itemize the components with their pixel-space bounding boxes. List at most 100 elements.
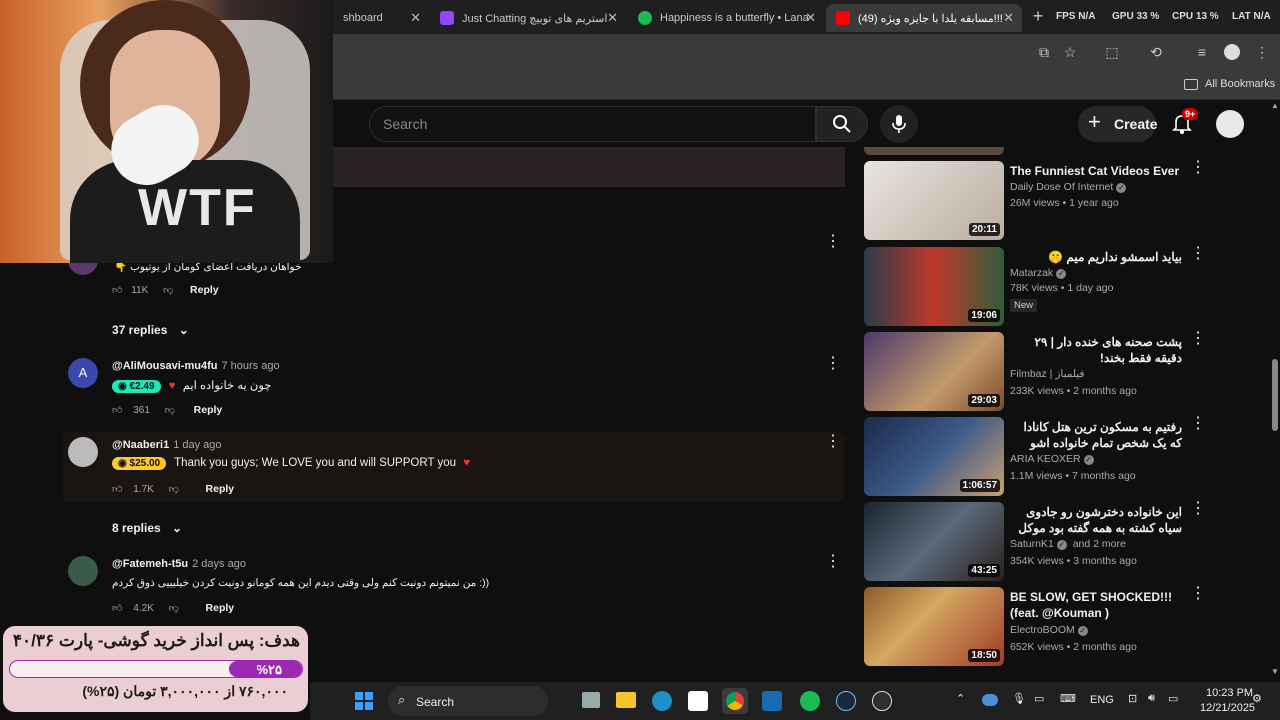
comment-menu-icon[interactable]: ⋮ xyxy=(825,434,841,450)
recommended-video[interactable]: 29:03 پشت صحنه های خنده دار | ۲۹ دقیقه ف… xyxy=(864,331,1264,412)
close-icon[interactable]: ✕ xyxy=(410,10,421,26)
tab-youtube[interactable]: (49) مسابقه یلدا با جایزه ویژه!!! ✕ xyxy=(826,4,1022,32)
tab-dashboard[interactable]: shboard ✕ xyxy=(333,4,429,32)
recommended-video[interactable]: 18:50 BE SLOW, GET SHOCKED!!! (feat. @Ko… xyxy=(864,586,1264,667)
like-icon[interactable]: 👍︎ xyxy=(112,285,122,296)
video-title[interactable]: رفتیم به مسکون ترین هتل کانادا که یک شخص… xyxy=(1010,419,1183,451)
channel-name[interactable]: Daily Dose Of Internet ✓ xyxy=(1010,181,1127,193)
video-thumbnail[interactable]: 29:03 xyxy=(864,332,1004,411)
replies-toggle[interactable]: 8 replies ⌄ xyxy=(112,521,182,535)
new-tab-icon[interactable]: + xyxy=(1030,7,1046,25)
dislike-icon[interactable]: 👎︎ xyxy=(165,405,175,416)
clock-date[interactable]: 12/21/2025 xyxy=(1200,702,1255,714)
video-thumbnail[interactable]: 18:50 xyxy=(864,587,1004,666)
battery-icon[interactable]: ▭ xyxy=(1168,692,1178,705)
task-view-icon[interactable] xyxy=(582,692,600,708)
like-icon[interactable]: 👍︎ xyxy=(112,405,122,416)
like-icon[interactable]: 👍︎ xyxy=(112,603,122,614)
video-title[interactable]: BE SLOW, GET SHOCKED!!! (feat. @Kouman ) xyxy=(1010,589,1182,621)
dislike-icon[interactable]: 👎︎ xyxy=(169,484,179,495)
history-icon[interactable]: ⟲ xyxy=(1148,44,1164,60)
bookmark-star-icon[interactable]: ☆ xyxy=(1062,44,1078,60)
comment-menu-icon[interactable]: ⋮ xyxy=(825,554,841,570)
tray-chevron-icon[interactable]: ⌃ xyxy=(956,692,965,705)
search-input[interactable]: Search xyxy=(369,106,816,142)
settings-gear-icon[interactable]: ⚙ xyxy=(1252,692,1262,705)
recommended-video[interactable]: 19:06 بیاید اسمشو نداریم میم 🤫 Matarzak ✓… xyxy=(864,246,1264,327)
steam-icon[interactable] xyxy=(836,691,856,711)
reply-button[interactable]: Reply xyxy=(206,602,235,614)
channel-name[interactable]: SaturnK1 ✓ and 2 more xyxy=(1010,538,1126,550)
dislike-icon[interactable]: 👎︎ xyxy=(169,603,179,614)
network-icon[interactable]: ⊡ xyxy=(1128,692,1137,705)
video-thumbnail[interactable]: 1:06:57 xyxy=(864,417,1004,496)
chrome-icon[interactable] xyxy=(722,688,748,714)
clock-time[interactable]: 10:23 PM xyxy=(1206,687,1253,699)
volume-icon[interactable]: 🔊︎ xyxy=(1148,692,1155,705)
notifications-button[interactable]: 9+ xyxy=(1172,108,1199,135)
reply-button[interactable]: Reply xyxy=(190,284,219,296)
scroll-up-arrow-icon[interactable]: ▲ xyxy=(1271,101,1279,110)
tab-spotify[interactable]: Happiness is a butterfly • Lana ✕ xyxy=(628,4,824,32)
taskbar-search[interactable]: ⌕ Search xyxy=(388,686,548,716)
video-menu-icon[interactable]: ⋮ xyxy=(1190,586,1206,602)
comment-menu-icon[interactable]: ⋮ xyxy=(825,234,841,250)
channel-name[interactable]: Matarzak ✓ xyxy=(1010,267,1067,279)
video-menu-icon[interactable]: ⋮ xyxy=(1190,160,1206,176)
channel-name[interactable]: Filmbaz | فیلمباز xyxy=(1010,368,1085,380)
channel-name[interactable]: ElectroBOOM ✓ xyxy=(1010,624,1088,636)
app-icon[interactable] xyxy=(762,691,782,711)
comment-author[interactable]: @AliMousavi-mu4fu 7 hours ago xyxy=(112,360,280,372)
install-app-icon[interactable]: ⧉ xyxy=(1036,44,1052,60)
video-title[interactable]: بیاید اسمشو نداریم میم 🤫 xyxy=(1010,249,1182,265)
edge-icon[interactable] xyxy=(652,691,672,711)
extensions-icon[interactable]: ⬚ xyxy=(1104,44,1120,60)
close-icon[interactable]: ✕ xyxy=(805,10,816,26)
store-icon[interactable] xyxy=(688,691,708,711)
video-thumbnail[interactable]: 19:06 xyxy=(864,247,1004,326)
tab-twitch[interactable]: Just Chatting استریم های توییچ ✕ xyxy=(430,4,626,32)
video-thumbnail[interactable]: 20:11 xyxy=(864,161,1004,240)
recommended-video[interactable]: 43:25 این خانواده دخترشون رو جادوی سیاه … xyxy=(864,501,1264,582)
video-menu-icon[interactable]: ⋮ xyxy=(1190,501,1206,517)
keyboard-icon[interactable]: ⌨ xyxy=(1060,692,1076,705)
video-menu-icon[interactable]: ⋮ xyxy=(1190,246,1206,262)
onedrive-icon[interactable] xyxy=(982,694,998,706)
profile-avatar[interactable] xyxy=(1224,44,1240,60)
display-icon[interactable]: ▭ xyxy=(1034,692,1044,705)
recommended-video[interactable]: 20:11 The Funniest Cat Videos Ever Daily… xyxy=(864,160,1264,241)
all-bookmarks-link[interactable]: All Bookmarks xyxy=(1205,78,1275,90)
scrollbar-thumb[interactable] xyxy=(1272,359,1278,431)
video-title[interactable]: پشت صحنه های خنده دار | ۲۹ دقیقه فقط بخن… xyxy=(1010,334,1182,366)
video-thumbnail[interactable]: 43:25 xyxy=(864,502,1004,581)
create-button[interactable]: + Create xyxy=(1078,106,1158,142)
video-menu-icon[interactable]: ⋮ xyxy=(1190,416,1206,432)
close-icon[interactable]: ✕ xyxy=(1003,10,1014,26)
comment-menu-icon[interactable]: ⋮ xyxy=(825,356,841,372)
file-explorer-icon[interactable] xyxy=(616,692,636,708)
channel-name[interactable]: ARIA KEOXER ✓ xyxy=(1010,453,1094,465)
like-icon[interactable]: 👍︎ xyxy=(112,484,122,495)
video-title[interactable]: The Funniest Cat Videos Ever xyxy=(1010,163,1182,179)
dislike-icon[interactable]: 👎︎ xyxy=(163,285,173,296)
account-avatar[interactable] xyxy=(1216,110,1244,138)
page-scrollbar[interactable]: ▲ ▼ xyxy=(1270,101,1280,682)
replies-toggle[interactable]: 37 replies ⌄ xyxy=(112,323,189,337)
video-menu-icon[interactable]: ⋮ xyxy=(1190,331,1206,347)
media-control-icon[interactable]: ≡ xyxy=(1194,44,1210,60)
close-icon[interactable]: ✕ xyxy=(607,10,618,26)
video-title[interactable]: این خانواده دخترشون رو جادوی سیاه کشته ب… xyxy=(1010,504,1182,536)
recommended-video[interactable]: 1:06:57 رفتیم به مسکون ترین هتل کانادا ک… xyxy=(864,416,1264,497)
scroll-down-arrow-icon[interactable]: ▼ xyxy=(1271,667,1279,676)
search-button[interactable] xyxy=(816,106,868,142)
language-indicator[interactable]: ENG xyxy=(1090,694,1114,706)
mic-tray-icon[interactable]: 🎙︎ xyxy=(1012,692,1026,705)
menu-dots-icon[interactable]: ⋮ xyxy=(1254,44,1270,60)
spotify-taskbar-icon[interactable] xyxy=(800,691,820,711)
reply-button[interactable]: Reply xyxy=(206,483,235,495)
voice-search-button[interactable] xyxy=(880,105,918,143)
start-button[interactable] xyxy=(355,692,373,710)
comment-author[interactable]: @Naaberi1 1 day ago xyxy=(112,439,222,451)
comment-author[interactable]: @Fatemeh-t5u 2 days ago xyxy=(112,558,246,570)
reply-button[interactable]: Reply xyxy=(194,404,223,416)
